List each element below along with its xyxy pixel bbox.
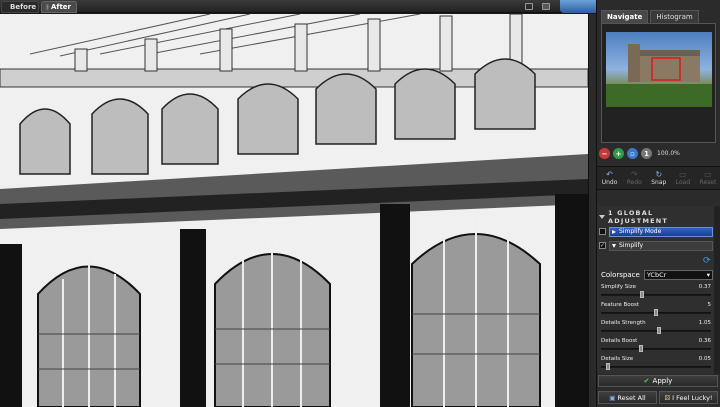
collapse-triangle-icon [599,214,605,219]
zoom-in-icon[interactable]: + [613,148,624,159]
simplify-header[interactable]: Simplify [609,240,713,251]
bottom-actions: ▣ Reset All ⚄ I Feel Lucky! [596,390,720,406]
slider-track[interactable] [601,366,711,368]
before-tab-label: Before [10,3,37,11]
apply-button[interactable]: ✔ Apply [598,375,718,387]
dice-icon: ⚄ [664,393,671,402]
simplify-row[interactable]: ✓ Simplify [599,240,713,251]
colorspace-value: YCbCr [646,270,667,279]
split-view-icon[interactable] [525,3,533,10]
zoom-controls: − + ▫ 1 100.0% [599,148,680,159]
zoom-actual-icon[interactable]: 1 [641,148,652,159]
history-toolbar: ↶ Undo ↷ Redo ↻ Snap ▭ Load ▭ Reset [597,166,720,190]
details-size-slider[interactable]: Details Size 0.05 [601,356,713,374]
tab-navigate[interactable]: Navigate [601,10,649,23]
app-logo [560,0,600,13]
image-canvas[interactable] [0,14,588,407]
slider-track[interactable] [601,330,711,332]
thumbnail-image [606,44,712,107]
snap-icon: ↻ [655,170,663,179]
zoom-out-icon[interactable]: − [599,148,610,159]
slider-handle[interactable] [654,309,658,316]
slider-handle[interactable] [640,291,645,298]
reset-icon: ▭ [704,170,712,179]
undo-button[interactable]: ↶ Undo [602,170,618,186]
single-view-icon[interactable] [542,3,550,10]
reset-button[interactable]: ▭ Reset [700,170,717,186]
details-boost-slider[interactable]: Details Boost 0.36 [601,338,713,356]
load-icon: ▭ [679,170,687,179]
slider-handle[interactable] [657,327,662,334]
load-button[interactable]: ▭ Load [676,170,690,186]
undo-icon: ↶ [606,170,613,179]
navigator-box [601,23,716,143]
navigator-tabs: Navigate Histogram [601,10,699,23]
adjustments-scrollbar[interactable] [714,206,720,374]
reset-all-button[interactable]: ▣ Reset All [598,391,657,404]
simplify-mode-header[interactable]: Simplify Mode [609,226,713,237]
colorspace-row: Colorspace YCbCr ▾ [601,269,713,280]
simplify-mode-checkbox[interactable] [599,228,606,235]
expand-triangle-icon [612,229,616,234]
chevron-down-icon: ▾ [706,270,710,279]
redo-button[interactable]: ↷ Redo [627,170,642,186]
zoom-fit-icon[interactable]: ▫ [627,148,638,159]
adjustments-panel: 1 GLOBAL ADJUSTMENT Simplify Mode ✓ Simp… [597,206,720,374]
before-tab[interactable]: Before [1,1,39,13]
simplify-mode-row[interactable]: Simplify Mode [599,226,713,237]
colorspace-select[interactable]: YCbCr ▾ [643,269,713,280]
simplify-size-slider[interactable]: Simplify Size 0.37 [601,284,713,302]
canvas-scrollbar[interactable] [588,14,596,407]
after-tab[interactable]: After [41,1,77,13]
slider-handle[interactable] [606,363,611,370]
simplify-checkbox[interactable]: ✓ [599,242,606,249]
tab-histogram[interactable]: Histogram [650,10,699,23]
processed-image [0,14,588,407]
global-adjustment-header[interactable]: 1 GLOBAL ADJUSTMENT [599,209,713,225]
slider-handle[interactable] [639,345,644,352]
details-strength-slider[interactable]: Details Strength 1.05 [601,320,713,338]
colorspace-label: Colorspace [601,270,640,279]
collapse-triangle-icon [612,243,616,248]
after-tab-label: After [50,3,71,11]
viewer-toolbar: Before After [0,0,596,13]
snap-button[interactable]: ↻ Snap [651,170,666,186]
app-window: Before After Navigate Histogram − + ▫ 1 … [0,0,720,407]
zoom-level: 100.0% [657,150,680,157]
refresh-icon[interactable]: ⟳ [703,256,711,266]
feel-lucky-button[interactable]: ⚄ I Feel Lucky! [659,391,718,404]
slider-track[interactable] [601,294,711,296]
control-panel: Navigate Histogram − + ▫ 1 100.0% ↶Undo [596,0,720,407]
navigator-thumbnail[interactable] [606,32,712,107]
reset-all-icon: ▣ [609,393,616,402]
slider-track[interactable] [601,348,711,350]
redo-icon: ↷ [630,170,638,179]
feature-boost-slider[interactable]: Feature Boost 5 [601,302,713,320]
after-indicator-icon [47,4,48,10]
check-icon: ✔ [643,377,650,385]
